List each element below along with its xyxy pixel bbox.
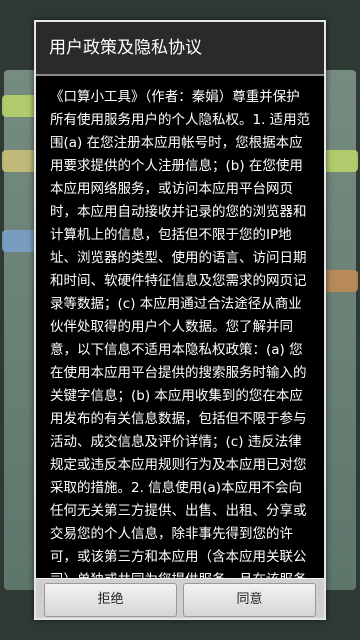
decline-button[interactable]: 拒绝: [44, 583, 177, 617]
dialog-title: 用户政策及隐私协议: [36, 22, 324, 76]
dialog-button-bar: 拒绝 同意: [36, 578, 324, 618]
policy-text[interactable]: 《口算小工具》（作者：秦娟）尊重并保护所有使用服务用户的个人隐私权。1. 适用范…: [36, 76, 324, 580]
privacy-policy-dialog: 用户政策及隐私协议 《口算小工具》（作者：秦娟）尊重并保护所有使用服务用户的个人…: [34, 20, 326, 620]
agree-button[interactable]: 同意: [183, 583, 316, 617]
